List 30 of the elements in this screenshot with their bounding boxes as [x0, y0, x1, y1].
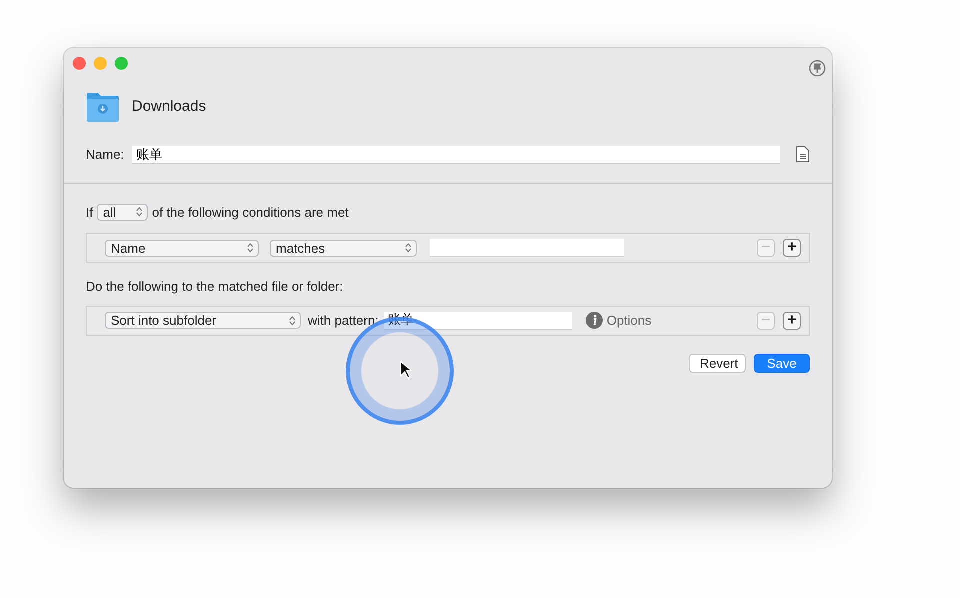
actions-heading: Do the following to the matched file or folder:	[85, 278, 344, 296]
document-icon[interactable]	[796, 146, 810, 164]
zoom-button[interactable]	[115, 57, 128, 70]
folder-icon	[86, 92, 120, 123]
operator-popup[interactable]: matches	[270, 240, 417, 256]
pin-icon[interactable]	[809, 60, 826, 77]
minimize-button[interactable]	[94, 57, 107, 70]
updown-arrow-icon	[136, 207, 144, 218]
info-icon	[586, 312, 603, 329]
pattern-label: with pattern:	[308, 312, 379, 330]
updown-arrow-icon	[405, 243, 412, 253]
value-field[interactable]	[430, 239, 624, 257]
revert-button[interactable]: Revert	[689, 354, 746, 372]
options-button[interactable]: Options	[586, 310, 652, 330]
close-button[interactable]	[73, 57, 86, 70]
action-popup[interactable]: Sort into subfolder	[105, 312, 301, 329]
add-button[interactable]: +	[783, 239, 801, 257]
attribute-popup[interactable]: Name	[105, 240, 259, 256]
save-button[interactable]: Save	[754, 354, 810, 372]
updown-arrow-icon	[289, 316, 296, 326]
if-label: If	[86, 204, 94, 222]
name-field[interactable]: 账单	[132, 146, 780, 164]
folder-title: Downloads	[132, 97, 206, 118]
options-label: Options	[606, 312, 652, 330]
quantifier-popup[interactable]: all	[97, 204, 148, 221]
conditions-label: of the following conditions are met	[152, 204, 349, 222]
cursor-icon	[400, 361, 412, 379]
updown-arrow-icon	[247, 243, 254, 253]
name-label: Name:	[86, 146, 124, 164]
add-button[interactable]: +	[783, 312, 801, 330]
